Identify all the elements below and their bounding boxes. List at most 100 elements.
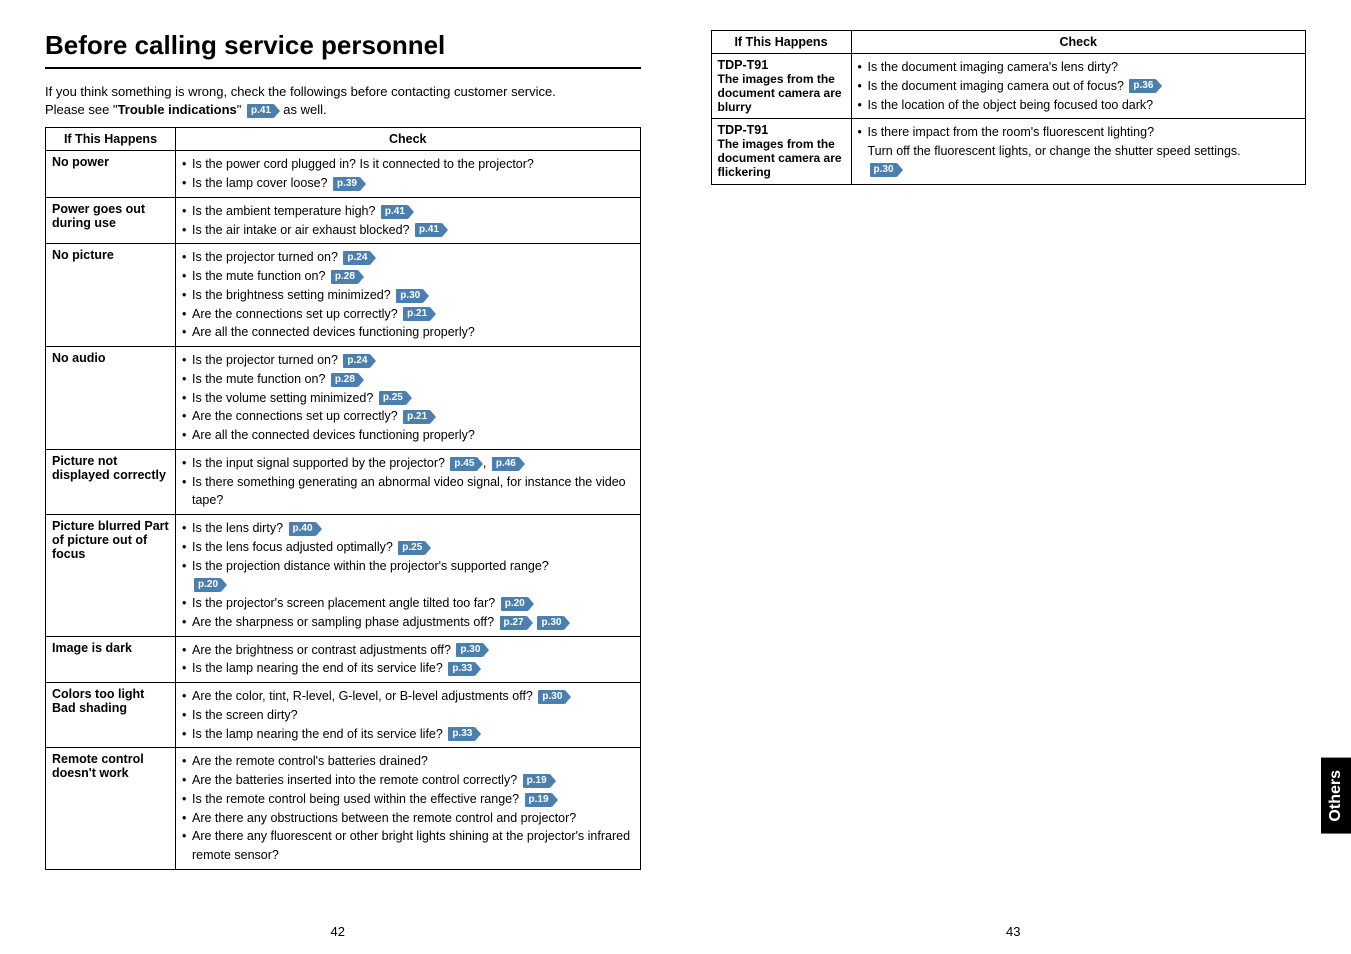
page-ref-icon: p.28	[331, 373, 358, 387]
page-ref-icon: p.24	[343, 251, 370, 265]
page-ref-icon: p.27	[500, 616, 527, 630]
page-ref-icon: p.28	[331, 270, 358, 284]
check-item: Are the color, tint, R-level, G-level, o…	[182, 687, 634, 706]
check-item: Is the lamp nearing the end of its servi…	[182, 725, 634, 744]
page-ref-icon: p.30	[870, 163, 897, 177]
symptom-cell: No audio	[46, 347, 176, 450]
check-item: Are the brightness or contrast adjustmen…	[182, 641, 634, 660]
table-row: Colors too light Bad shading Are the colo…	[46, 683, 641, 748]
page-ref-icon: p.19	[525, 793, 552, 807]
check-item: Is the ambient temperature high? p.41	[182, 202, 634, 221]
page-ref-icon: p.21	[403, 307, 430, 321]
check-item: Is there impact from the room's fluoresc…	[858, 123, 1300, 179]
page-ref-icon: p.30	[456, 643, 483, 657]
check-item: Are the connections set up correctly? p.…	[182, 407, 634, 426]
table-row: TDP-T91The images from the document came…	[711, 54, 1306, 119]
page-ref-icon: p.25	[379, 391, 406, 405]
check-cell: Is the input signal supported by the pro…	[176, 449, 641, 514]
page-ref-icon: p.41	[415, 223, 442, 237]
page-ref-icon: p.20	[194, 578, 221, 592]
table-row: Picture blurred Part of picture out of f…	[46, 515, 641, 637]
page-number-left: 42	[331, 924, 345, 939]
check-item: Is the screen dirty?	[182, 706, 634, 725]
check-item: Are the remote control's batteries drain…	[182, 752, 634, 771]
check-item: Are there any obstructions between the r…	[182, 809, 634, 828]
check-item: Is the document imaging camera out of fo…	[858, 77, 1300, 96]
page-ref-icon: p.46	[492, 457, 519, 471]
table-row: No audioIs the projector turned on? p.24…	[46, 347, 641, 450]
check-item: Is the remote control being used within …	[182, 790, 634, 809]
check-item: Is the brightness setting minimized? p.3…	[182, 286, 634, 305]
page-ref-icon: p.45	[450, 457, 477, 471]
right-page: If This HappensCheckTDP-T91The images fr…	[676, 0, 1351, 954]
check-item: Is the input signal supported by the pro…	[182, 454, 634, 473]
check-item: Is the document imaging camera's lens di…	[858, 58, 1300, 77]
check-cell: Is there impact from the room's fluoresc…	[851, 119, 1306, 184]
page-ref-icon: p.33	[448, 727, 475, 741]
page-ref-icon: p.19	[523, 774, 550, 788]
check-item: Is the lens focus adjusted optimally? p.…	[182, 538, 634, 557]
check-item: Is the lamp nearing the end of its servi…	[182, 659, 634, 678]
check-item: Are there any fluorescent or other brigh…	[182, 827, 634, 865]
table-row: Picture not displayed correctly Is the in…	[46, 449, 641, 514]
check-cell: Are the color, tint, R-level, G-level, o…	[176, 683, 641, 748]
page-ref-icon: p.24	[343, 354, 370, 368]
page-ref-icon: p.36	[1129, 79, 1156, 93]
col-header-check: Check	[176, 128, 641, 151]
check-item: Are all the connected devices functionin…	[182, 426, 634, 445]
col-header-check: Check	[851, 31, 1306, 54]
symptom-cell: Picture blurred Part of picture out of f…	[46, 515, 176, 637]
symptom-cell: Colors too light Bad shading	[46, 683, 176, 748]
page-ref-icon: p.41	[247, 104, 274, 118]
check-item: Is the mute function on? p.28	[182, 370, 634, 389]
troubleshooting-table-left: If This HappensCheckNo power Is the power…	[45, 127, 641, 870]
page-number-right: 43	[1006, 924, 1020, 939]
symptom-cell: Picture not displayed correctly	[46, 449, 176, 514]
page-ref-icon: p.39	[333, 177, 360, 191]
check-item: Are the connections set up correctly? p.…	[182, 305, 634, 324]
check-item: Is the projector turned on? p.24	[182, 351, 634, 370]
page-title: Before calling service personnel	[45, 30, 641, 69]
symptom-cell: Image is dark	[46, 636, 176, 683]
check-cell: Is the document imaging camera's lens di…	[851, 54, 1306, 119]
check-item: Is the projector's screen placement angl…	[182, 594, 634, 613]
check-item: Is the projection distance within the pr…	[182, 557, 634, 595]
check-item: Is the location of the object being focu…	[858, 96, 1300, 115]
symptom-cell: Remote control doesn't work	[46, 748, 176, 870]
check-cell: Is the projector turned on? p.24Is the m…	[176, 347, 641, 450]
table-row: No power Is the power cord plugged in? Is…	[46, 151, 641, 198]
page-ref-icon: p.30	[537, 616, 564, 630]
col-header-symptom: If This Happens	[711, 31, 851, 54]
table-row: Remote control doesn't work Are the remot…	[46, 748, 641, 870]
check-item: Is the volume setting minimized? p.25	[182, 389, 634, 408]
left-page: Before calling service personnel If you …	[0, 0, 676, 954]
check-cell: Is the power cord plugged in? Is it conn…	[176, 151, 641, 198]
page-ref-icon: p.20	[501, 597, 528, 611]
page-ref-icon: p.30	[396, 289, 423, 303]
table-row: Power goes out during useIs the ambient …	[46, 197, 641, 244]
table-row: No pictureIs the projector turned on? p.…	[46, 244, 641, 347]
check-cell: Is the ambient temperature high? p.41Is …	[176, 197, 641, 244]
check-item: Is the power cord plugged in? Is it conn…	[182, 155, 634, 174]
check-item: Is the lamp cover loose? p.39	[182, 174, 634, 193]
check-item: Is the mute function on? p.28	[182, 267, 634, 286]
symptom-cell: No power	[46, 151, 176, 198]
symptom-cell: TDP-T91The images from the document came…	[711, 54, 851, 119]
page-ref-icon: p.41	[381, 205, 408, 219]
check-cell: Is the projector turned on? p.24Is the m…	[176, 244, 641, 347]
check-item: Are all the connected devices functionin…	[182, 323, 634, 342]
symptom-cell: No picture	[46, 244, 176, 347]
troubleshooting-table-right: If This HappensCheckTDP-T91The images fr…	[711, 30, 1307, 185]
check-cell: Are the remote control's batteries drain…	[176, 748, 641, 870]
col-header-symptom: If This Happens	[46, 128, 176, 151]
symptom-cell: TDP-T91The images from the document came…	[711, 119, 851, 184]
page-ref-icon: p.21	[403, 410, 430, 424]
check-item: Are the batteries inserted into the remo…	[182, 771, 634, 790]
page-ref-icon: p.25	[398, 541, 425, 555]
check-item: Is there something generating an abnorma…	[182, 473, 634, 511]
check-item: Is the projector turned on? p.24	[182, 248, 634, 267]
check-item: Are the sharpness or sampling phase adju…	[182, 613, 634, 632]
page-ref-icon: p.40	[289, 522, 316, 536]
page-ref-icon: p.33	[448, 662, 475, 676]
intro-text: If you think something is wrong, check t…	[45, 83, 641, 119]
